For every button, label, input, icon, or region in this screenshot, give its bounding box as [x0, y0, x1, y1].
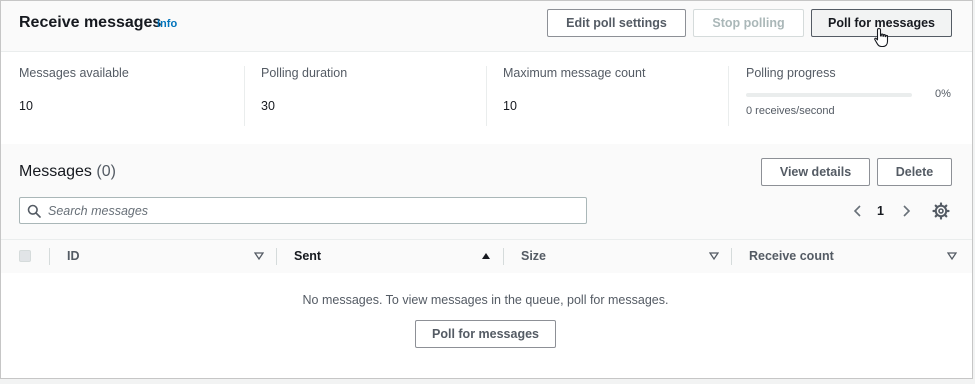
stat-maximum-message-count: Maximum message count 10	[503, 66, 645, 128]
panel-header: Receive messages Info Edit poll settings…	[1, 1, 972, 52]
view-details-button[interactable]: View details	[761, 158, 870, 186]
chevron-right-icon[interactable]	[899, 204, 913, 218]
progress-rate: 0 receives/second	[746, 105, 835, 117]
sort-icon[interactable]	[254, 251, 264, 261]
search-icon	[27, 204, 41, 218]
stat-value: 10	[19, 99, 33, 113]
info-link[interactable]: Info	[157, 18, 177, 30]
stat-value: 10	[503, 99, 517, 113]
column-divider	[503, 248, 504, 265]
column-header-receive-count[interactable]: Receive count	[749, 249, 834, 263]
settings-icon[interactable]	[932, 202, 950, 220]
polling-stats: Messages available 10 Polling duration 3…	[1, 52, 972, 144]
column-header-size[interactable]: Size	[521, 249, 546, 263]
pointer-hand-icon	[874, 27, 889, 48]
page-title: Receive messages	[19, 14, 162, 31]
divider	[244, 66, 245, 126]
stat-label: Maximum message count	[503, 66, 646, 80]
chevron-left-icon[interactable]	[851, 204, 865, 218]
column-divider	[276, 248, 277, 265]
polling-progress-bar	[746, 93, 912, 97]
search-input[interactable]	[48, 201, 578, 220]
messages-title: Messages (0)	[19, 163, 116, 181]
messages-title-label: Messages	[19, 163, 92, 180]
stop-polling-button[interactable]: Stop polling	[693, 9, 804, 37]
stat-label: Messages available	[19, 66, 129, 80]
delete-button[interactable]: Delete	[877, 158, 952, 186]
edit-poll-settings-button[interactable]: Edit poll settings	[547, 9, 686, 37]
sort-ascending-icon[interactable]	[481, 251, 491, 261]
stat-value: 30	[261, 99, 275, 113]
table-body: No messages. To view messages in the que…	[1, 273, 972, 378]
stat-polling-duration: Polling duration 30	[261, 66, 347, 128]
select-all-checkbox[interactable]	[19, 250, 31, 262]
progress-percent: 0%	[935, 88, 951, 100]
stat-label: Polling duration	[261, 66, 348, 80]
sort-icon[interactable]	[709, 251, 719, 261]
divider	[486, 66, 487, 126]
divider	[728, 66, 729, 126]
stat-polling-progress: Polling progress	[746, 66, 836, 128]
column-divider	[731, 248, 732, 265]
sort-icon[interactable]	[947, 251, 957, 261]
table-header: ID Sent Size Receive count	[1, 239, 972, 274]
search-field[interactable]	[19, 197, 587, 224]
receive-messages-panel: Receive messages Info Edit poll settings…	[0, 0, 973, 379]
column-header-id[interactable]: ID	[67, 249, 80, 263]
stat-messages-available: Messages available 10	[19, 66, 129, 128]
empty-state-text: No messages. To view messages in the que…	[302, 293, 669, 307]
messages-count: (0)	[96, 163, 116, 180]
stat-label: Polling progress	[746, 66, 836, 80]
empty-poll-for-messages-button[interactable]: Poll for messages	[415, 320, 556, 348]
column-divider	[49, 248, 50, 265]
messages-section: Messages (0) View details Delete 1	[1, 144, 972, 378]
current-page[interactable]: 1	[877, 204, 884, 218]
column-header-sent[interactable]: Sent	[294, 249, 321, 263]
